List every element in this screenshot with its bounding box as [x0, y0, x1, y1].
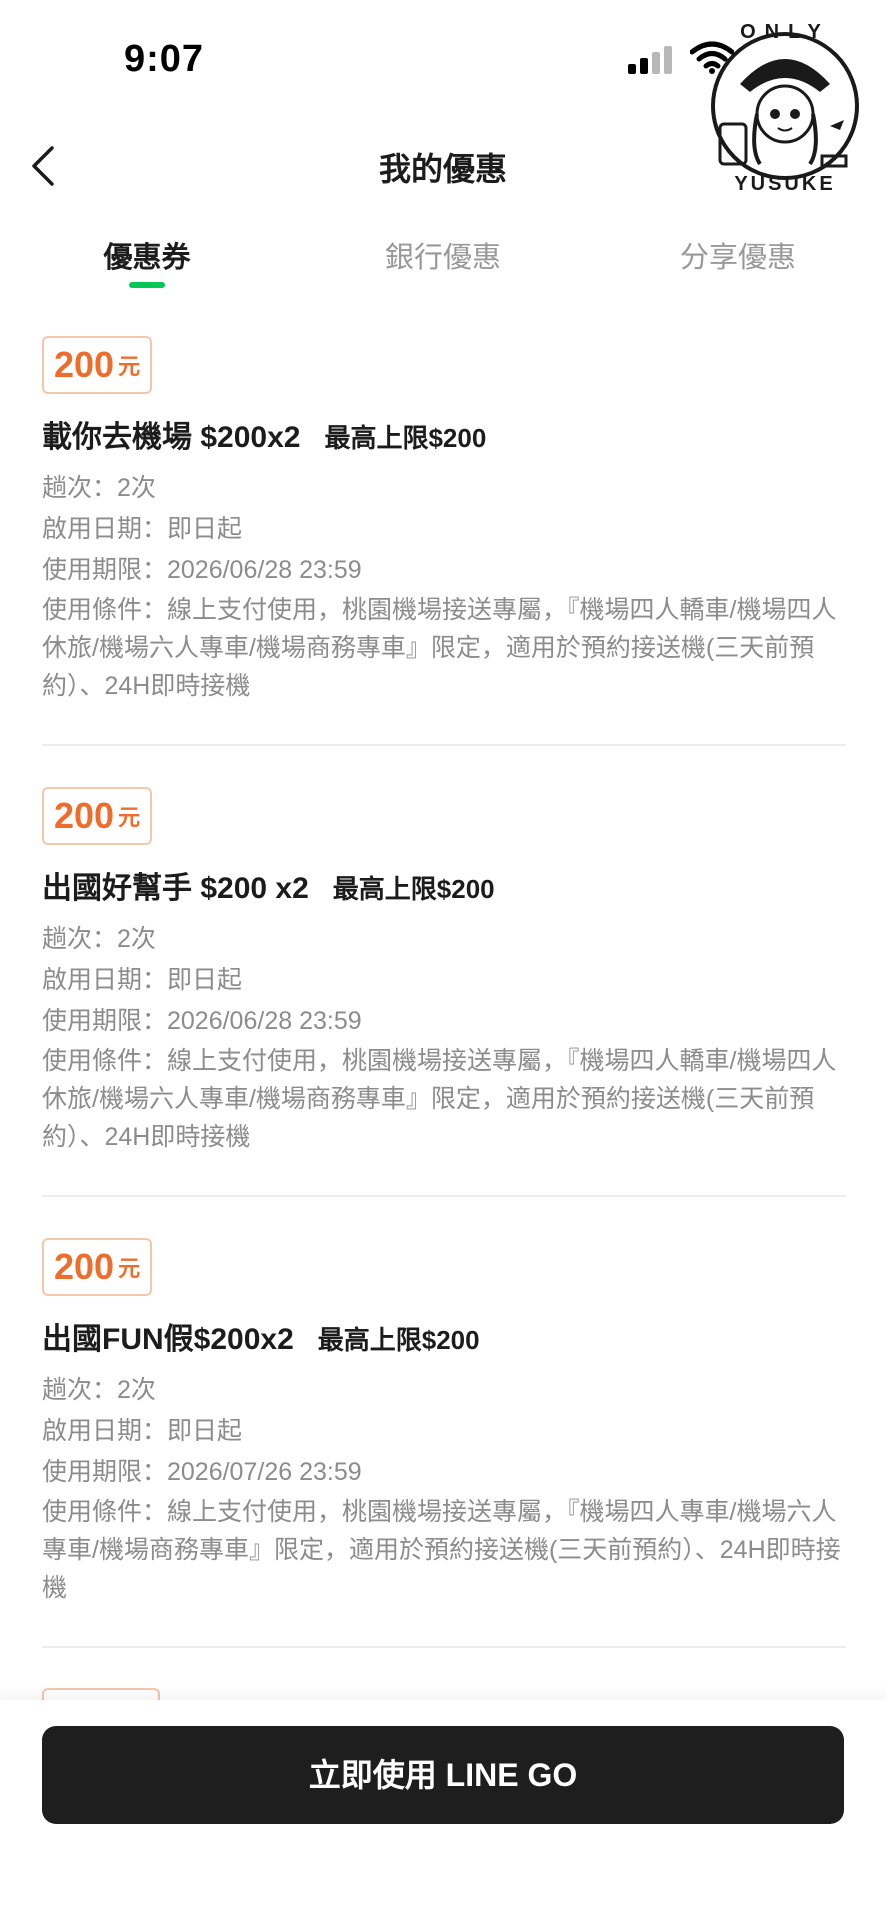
- coupon-conditions: 使用條件：線上支付使用，桃園機場接送專屬，『機場四人轎車/機場四人休旅/機場六人…: [42, 596, 837, 700]
- cellular-signal-icon: [628, 44, 674, 74]
- status-time: 9:07: [124, 38, 205, 80]
- coupon-conditions: 使用條件：線上支付使用，桃園機場接送專屬，『機場四人專車/機場六人專車/機場商務…: [42, 1498, 841, 1602]
- coupon-card[interactable]: 200 元 出國好幫手 $200 x2 最高上限$200 趟次：2次 啟用日期：即日…: [42, 785, 846, 1236]
- coupon-title-row: 載你去機場 $200x2 最高上限$200: [42, 412, 486, 456]
- coupon-amount: 200: [54, 1246, 115, 1287]
- coupon-title: 出國FUN假$200x2: [42, 1323, 294, 1356]
- coupon-card[interactable]: 200 元 出國FUN假$200x2 最高上限$200 趟次：2次 啟用日期：即日起…: [42, 1236, 846, 1687]
- coupon-title: 載你去機場 $200x2: [42, 421, 301, 454]
- tab-bank-offers[interactable]: 銀行優惠: [353, 234, 533, 276]
- coupon-expiry: 使用期限：2026/06/28 23:59: [42, 1007, 362, 1035]
- coupon-conditions: 使用條件：線上支付使用，桃園機場接送專屬，『機場四人轎車/機場四人休旅/機場六人…: [42, 1047, 837, 1151]
- divider: [42, 1195, 846, 1197]
- coupon-amount-badge: 200 元: [42, 336, 153, 394]
- coupon-list: 200 元 載你去機場 $200x2 最高上限$200 趟次：2次 啟用日期：即日起…: [42, 334, 846, 1687]
- coupon-amount-badge: 200 元: [42, 787, 153, 845]
- coupon-unit: 元: [118, 805, 141, 830]
- coupon-trips: 趟次：2次: [42, 1376, 156, 1404]
- coupon-card[interactable]: 200 元 載你去機場 $200x2 最高上限$200 趟次：2次 啟用日期：即日起…: [42, 334, 846, 785]
- coupon-cap: 最高上限$200: [332, 874, 495, 904]
- coupon-amount-badge: 200 元: [42, 1238, 153, 1296]
- coupon-details: 趟次：2次 啟用日期：即日起 使用期限：2026/06/28 23:59 使用條…: [42, 919, 846, 1156]
- coupon-start-date: 啟用日期：即日起: [42, 515, 243, 543]
- coupon-start-date: 啟用日期：即日起: [42, 966, 243, 994]
- coupon-title-row: 出國FUN假$200x2 最高上限$200: [42, 1314, 480, 1358]
- tab-bar: 優惠券 銀行優惠 分享優惠: [0, 228, 886, 294]
- coupon-title-row: 出國好幫手 $200 x2 最高上限$200: [42, 863, 495, 907]
- coupon-unit: 元: [118, 1256, 141, 1281]
- divider: [42, 744, 846, 746]
- tab-share-offers[interactable]: 分享優惠: [648, 234, 828, 276]
- page-title: 我的優惠: [378, 151, 507, 187]
- coupon-details: 趟次：2次 啟用日期：即日起 使用期限：2026/07/26 23:59 使用條…: [42, 1370, 846, 1607]
- coupon-cap: 最高上限$200: [317, 1325, 480, 1355]
- nav-bar: 我的優惠: [0, 110, 886, 220]
- coupon-amount: 200: [54, 344, 115, 385]
- tab-coupons[interactable]: 優惠券: [57, 234, 237, 276]
- screen: 9:07 83 ONLY YUSUKE: [0, 0, 886, 1920]
- coupon-trips: 趟次：2次: [42, 474, 156, 502]
- divider: [42, 1646, 846, 1648]
- coupon-unit: 元: [118, 354, 141, 379]
- coupon-expiry: 使用期限：2026/07/26 23:59: [42, 1458, 362, 1486]
- coupon-title: 出國好幫手 $200 x2: [42, 872, 309, 905]
- use-line-go-button[interactable]: 立即使用 LINE GO: [42, 1726, 844, 1824]
- active-tab-indicator: [129, 282, 165, 288]
- watermark-top-text: ONLY: [740, 21, 830, 43]
- coupon-trips: 趟次：2次: [42, 925, 156, 953]
- coupon-amount: 200: [54, 795, 115, 836]
- coupon-details: 趟次：2次 啟用日期：即日起 使用期限：2026/06/28 23:59 使用條…: [42, 468, 846, 705]
- coupon-expiry: 使用期限：2026/06/28 23:59: [42, 556, 362, 584]
- coupon-start-date: 啟用日期：即日起: [42, 1417, 243, 1445]
- bottom-panel: 立即使用 LINE GO: [0, 1700, 886, 1920]
- coupon-cap: 最高上限$200: [324, 423, 487, 453]
